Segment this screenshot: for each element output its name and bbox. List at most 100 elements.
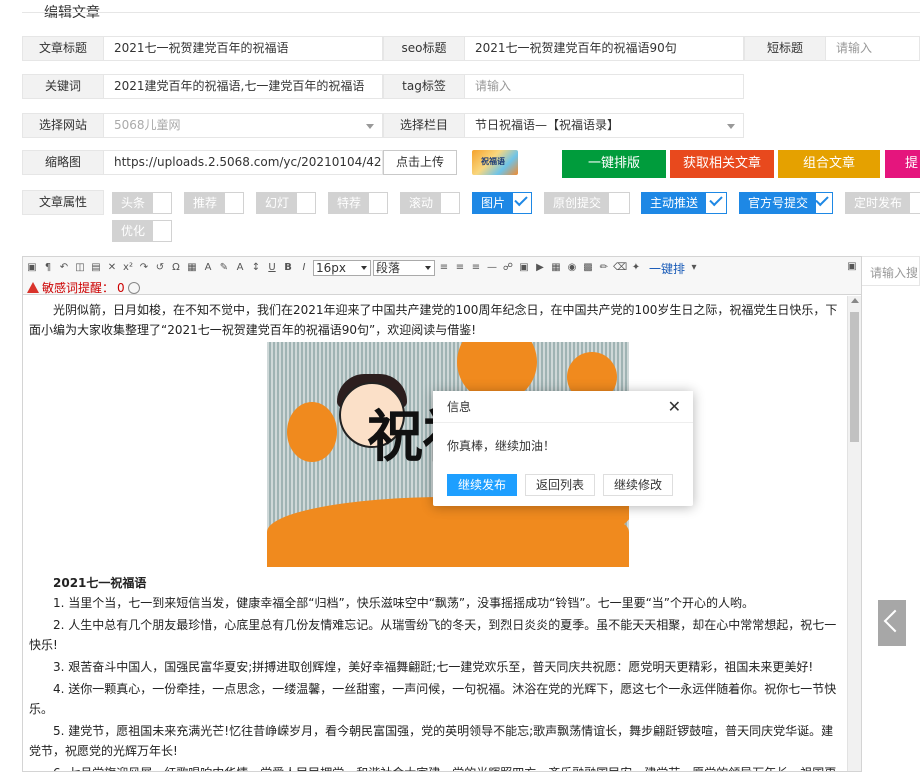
list-item: 3. 艰苦奋斗中国人，国强民富华夏安;拼搏进取创辉煌，美好幸福舞翩跹;七一建党欢… [53,660,814,674]
attr-headline-checkbox[interactable]: 头条 [112,192,172,214]
table-icon[interactable]: ▦ [185,261,199,275]
attr-original-checkbox[interactable]: 原创提交 [544,192,630,214]
combine-article-button[interactable]: 组合文章 [778,150,880,178]
sensitive-word-warning: 敏感词提醒： 0 [27,279,140,296]
more-icon[interactable]: ▾ [687,261,701,275]
magic-icon[interactable]: ✦ [629,261,643,275]
highlight-icon[interactable]: ✎ [217,261,231,275]
ref-icon[interactable]: ↺ [153,261,167,275]
attr-scroll-label: 滚动 [401,193,442,213]
attr-image-checkbox[interactable]: 图片 [472,192,532,214]
font-size-select[interactable]: 16px [313,260,371,276]
thumbnail-url-input[interactable]: https://uploads.2.5068.com/yc/20210104/4… [103,150,383,175]
attr-special-label: 特荐 [329,193,370,213]
dialog-header: 信息 ✕ [433,391,693,423]
image-icon[interactable]: ▣ [517,261,531,275]
rich-text-editor[interactable]: ▣ ¶ ↶ ◫ ▤ ✕ x² ↷ ↺ Ω ▦ A ✎ A ↕ U B I 16p… [22,256,862,772]
attr-scroll-checkbox[interactable]: 滚动 [400,192,460,214]
attr-headline-label: 头条 [113,193,154,213]
keyword-input[interactable]: 2021建党百年的祝福语,七一建党百年的祝福语 [103,74,383,99]
dialog-message: 你真棒，继续加油！ [447,439,556,453]
close-icon[interactable]: ✕ [668,391,681,423]
attr-scheduled-checkbox[interactable]: 定时发布 [845,192,920,214]
eraser-icon[interactable]: ⌫ [613,261,627,275]
blessing-heading: 2021七一祝福语 [53,576,147,590]
site-select[interactable]: 5068儿童网 [103,113,383,138]
site-label: 选择网站 [22,113,104,138]
font-icon[interactable]: A [201,261,215,275]
list-item: 1. 当里个当，七一到来短信当发，健康幸福全部“归档”，快乐滋味空中“飘荡”，没… [53,596,755,610]
seo-title-label: seo标题 [383,36,465,61]
toolbar-icons: ▣ ¶ ↶ ◫ ▤ ✕ x² ↷ ↺ Ω ▦ A ✎ A ↕ U B I 16p… [25,260,701,276]
gallery-icon[interactable]: ▦ [549,261,563,275]
continue-publish-button[interactable]: 继续发布 [447,474,518,496]
check-icon [514,192,528,207]
italic-icon[interactable]: I [297,261,311,275]
link-icon[interactable]: ☍ [501,261,515,275]
align-left-icon[interactable]: ≡ [437,261,451,275]
bold-icon[interactable]: B [281,261,295,275]
superscript-icon[interactable]: x² [121,261,135,275]
brush-icon[interactable]: ✏ [597,261,611,275]
attr-optimize-label: 优化 [113,221,154,241]
submit-button[interactable]: 提 [885,150,920,178]
attr-image-label: 图片 [473,193,514,213]
align-justify-icon[interactable]: ≡ [469,261,483,275]
back-to-list-button[interactable]: 返回列表 [525,474,596,496]
attr-push-checkbox[interactable]: 主动推送 [641,192,727,214]
omega-icon[interactable]: Ω [169,261,183,275]
attr-special-checkbox[interactable]: 特荐 [328,192,388,214]
title-input[interactable]: 2021七一祝贺建党百年的祝福语 [103,36,383,61]
site-select-value: 5068儿童网 [114,118,181,132]
fullscreen-icon[interactable]: ▣ [845,260,859,274]
media-icon[interactable]: ▶ [533,261,547,275]
font-color-icon[interactable]: A [233,261,247,275]
intro-paragraph: 光阴似箭，日月如梭，在不知不觉中，我们在2021年迎来了中国共产建党的100周年… [29,303,838,337]
editor-scrollbar[interactable] [847,296,861,771]
upload-button[interactable]: 点击上传 [383,150,457,175]
text-height-icon[interactable]: ↕ [249,261,263,275]
seo-title-input[interactable]: 2021七一祝贺建党百年的祝福语90句 [464,36,744,61]
short-title-label: 短标题 [744,36,826,61]
paragraph-select[interactable]: 段落 [373,260,435,276]
one-key-format-button[interactable]: 一键排 [649,260,685,277]
paste-icon[interactable]: ▤ [89,261,103,275]
search-icon[interactable] [127,281,140,294]
redo-icon[interactable]: ↷ [137,261,151,275]
tag-input[interactable]: 请输入 [464,74,744,99]
attr-optimize-checkbox[interactable]: 优化 [112,220,172,242]
dialog-buttons: 继续发布 返回列表 继续修改 [447,474,674,496]
html-icon[interactable]: ▣ [25,261,39,275]
column-select[interactable]: 节日祝福语—【祝福语录】 [464,113,744,138]
paragraph-icon[interactable]: ¶ [41,261,55,275]
attr-slideshow-label: 幻灯 [257,193,298,213]
scroll-up-icon[interactable] [851,298,859,303]
list-item: 2. 人生中总有几个朋友最珍惜，心底里总有几份友情难忘记。从瑞雪纷飞的冬天，到烈… [29,618,837,652]
right-search-panel[interactable]: 请输入搜 [862,256,920,286]
dialog-title: 信息 [447,400,472,414]
short-title-input[interactable]: 请输入 [825,36,920,61]
chevron-left-icon[interactable] [878,600,906,646]
clear-format-icon[interactable]: ✕ [105,261,119,275]
attributes-label: 文章属性 [22,190,104,215]
attr-push-label: 主动推送 [642,193,707,213]
scrollbar-thumb[interactable] [850,312,859,442]
tag-label: tag标签 [383,74,465,99]
auto-format-button[interactable]: 一键排版 [562,150,666,178]
attr-official-checkbox[interactable]: 官方号提交 [739,192,833,214]
horizontal-rule-icon[interactable]: — [485,261,499,275]
related-articles-button[interactable]: 获取相关文章 [670,150,774,178]
undo-icon[interactable]: ↶ [57,261,71,275]
editor-content[interactable]: 光阴似箭，日月如梭，在不知不觉中，我们在2021年迎来了中国共产建党的100周年… [23,296,847,771]
list-item: 5. 建党节，愿祖国未来充满光芒!忆往昔峥嵘岁月，看今朝民富国强，党的英明领导不… [29,724,834,758]
thumbnail-label: 缩略图 [22,150,104,175]
attr-slideshow-checkbox[interactable]: 幻灯 [256,192,316,214]
continue-edit-button[interactable]: 继续修改 [603,474,674,496]
find-icon[interactable]: ◉ [565,261,579,275]
section-divider [22,12,920,13]
underline-icon[interactable]: U [265,261,279,275]
copy-icon[interactable]: ◫ [73,261,87,275]
align-center-icon[interactable]: ≡ [453,261,467,275]
template-icon[interactable]: ▩ [581,261,595,275]
attr-recommend-checkbox[interactable]: 推荐 [184,192,244,214]
